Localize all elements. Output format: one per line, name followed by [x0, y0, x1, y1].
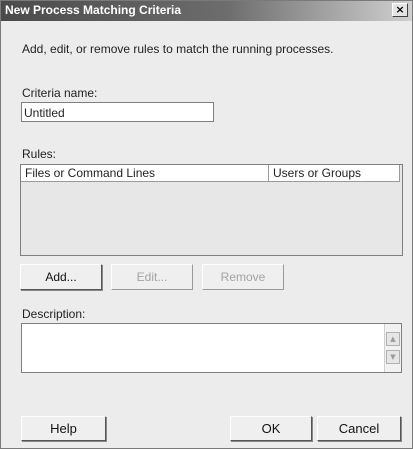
criteria-name-input[interactable]: Untitled: [21, 102, 214, 122]
scroll-up-arrow-icon[interactable]: ▲: [386, 332, 400, 346]
edit-rule-button[interactable]: Edit...: [111, 264, 193, 290]
rules-label: Rules:: [22, 147, 57, 161]
ok-button[interactable]: OK: [230, 416, 312, 441]
window-title: New Process Matching Criteria: [5, 3, 182, 17]
close-button[interactable]: ×: [392, 3, 408, 17]
dialog-window: New Process Matching Criteria × Add, edi…: [0, 0, 413, 449]
cancel-button[interactable]: Cancel: [317, 416, 401, 441]
remove-rule-button[interactable]: Remove: [202, 264, 284, 290]
scroll-down-arrow-icon[interactable]: ▼: [386, 350, 400, 364]
description-label: Description:: [22, 307, 86, 321]
rules-list[interactable]: Files or Command Lines Users or Groups: [20, 164, 403, 256]
column-header-files[interactable]: Files or Command Lines: [21, 165, 269, 182]
criteria-name-label: Criteria name:: [22, 86, 98, 100]
description-scrollbar[interactable]: ▲ ▼: [384, 324, 401, 372]
description-field[interactable]: ▲ ▼: [21, 323, 402, 373]
title-bar[interactable]: New Process Matching Criteria ×: [1, 1, 412, 21]
column-header-users[interactable]: Users or Groups: [269, 165, 400, 182]
close-icon: ×: [395, 3, 405, 16]
add-rule-button[interactable]: Add...: [20, 264, 102, 290]
intro-text: Add, edit, or remove rules to match the …: [22, 42, 334, 56]
help-button[interactable]: Help: [21, 416, 106, 441]
